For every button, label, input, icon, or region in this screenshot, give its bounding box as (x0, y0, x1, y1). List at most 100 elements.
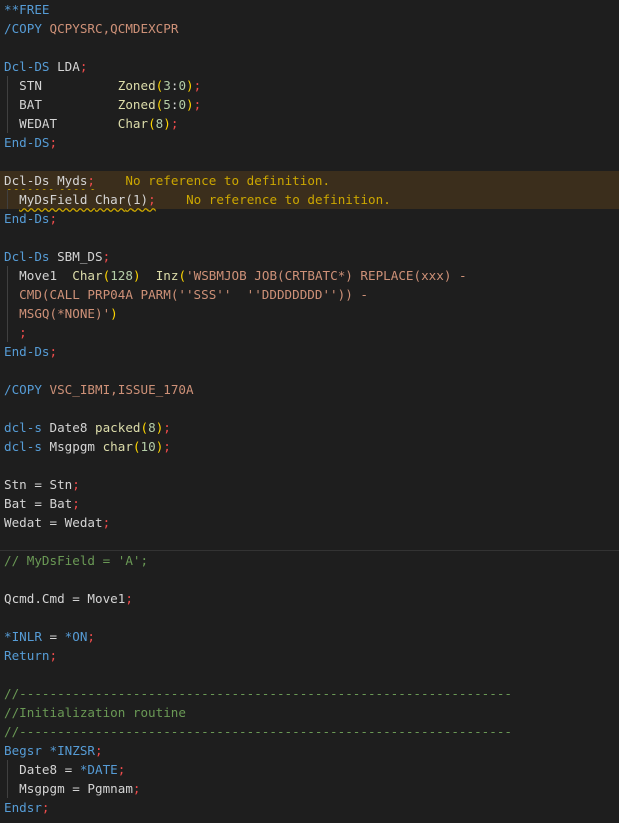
code-line[interactable]: /COPY VSC_IBMI,ISSUE_170A (0, 380, 619, 399)
code-token: ; (163, 439, 171, 454)
code-token: Endsr (4, 800, 42, 815)
code-line[interactable]: // MyDsField = 'A'; (0, 551, 619, 570)
code-line[interactable]: Dcl-Ds SBM_DS; (0, 247, 619, 266)
code-token: 'WSBMJOB JOB(CRTBATC*) REPLACE(xxx) - (186, 268, 467, 283)
indent-guide (7, 304, 8, 323)
code-line[interactable]: Endsr; (0, 798, 619, 817)
code-line-warning[interactable]: Dcl-Ds Myds; No reference to definition. (0, 171, 619, 190)
code-token: ; (41, 800, 50, 815)
indent-guide (7, 76, 8, 95)
code-line[interactable]: Date8 = *DATE; (0, 760, 619, 779)
code-line[interactable]: ; (0, 323, 619, 342)
code-token: 128 (110, 268, 133, 283)
code-token: ; (95, 743, 103, 758)
code-token: //--------------------------------------… (4, 724, 512, 739)
code-token: Date8 (49, 420, 95, 435)
code-line[interactable]: End-Ds; (0, 209, 619, 228)
code-token: Date8 = (4, 762, 80, 777)
code-line[interactable]: STN Zoned(3:0); (0, 76, 619, 95)
code-token: ; (72, 496, 80, 511)
code-token: // MyDsField = 'A'; (4, 553, 149, 568)
code-line[interactable]: Wedat = Wedat; (0, 513, 619, 532)
code-line[interactable] (0, 456, 619, 475)
code-line[interactable]: /COPY QCPYSRC,QCMDEXCPR (0, 19, 619, 38)
code-token: Begsr (4, 743, 50, 758)
code-token: End-Ds (4, 211, 50, 226)
code-token: CMD(CALL PRP04A PARM(''SSS'' ''DDDDDDDD'… (19, 287, 368, 302)
code-token: ) (186, 97, 194, 112)
code-token: ) (163, 116, 171, 131)
code-line[interactable]: Qcmd.Cmd = Move1; (0, 589, 619, 608)
code-token: //--------------------------------------… (4, 686, 512, 701)
code-token: Move1 (4, 268, 73, 283)
code-token: ( (148, 116, 156, 131)
code-token: ; (193, 78, 202, 93)
code-token: ) (110, 306, 118, 321)
code-line[interactable]: WEDAT Char(8); (0, 114, 619, 133)
code-line[interactable] (0, 228, 619, 247)
code-token: /COPY (4, 21, 50, 36)
code-line[interactable]: End-DS; (0, 133, 619, 152)
code-line[interactable] (0, 532, 619, 551)
code-token: ; (87, 173, 96, 188)
code-token: Char (72, 268, 103, 283)
code-line[interactable]: End-Ds; (0, 342, 619, 361)
code-line[interactable] (0, 665, 619, 684)
code-token: End-DS (4, 135, 50, 150)
code-token: Stn = Stn (4, 477, 73, 492)
code-line[interactable]: BAT Zoned(5:0); (0, 95, 619, 114)
code-line[interactable]: //--------------------------------------… (0, 684, 619, 703)
code-token: Qcmd.Cmd = Move1 (4, 591, 126, 606)
code-token: MyDsField (19, 192, 95, 207)
code-token: Dcl-Ds (4, 173, 58, 188)
code-line[interactable] (0, 38, 619, 57)
code-token: WEDAT (4, 116, 118, 131)
code-line[interactable]: **FREE (0, 0, 619, 19)
code-token: ; (79, 59, 88, 74)
code-line[interactable]: CMD(CALL PRP04A PARM(''SSS'' ''DDDDDDDD'… (0, 285, 619, 304)
code-line[interactable]: Return; (0, 646, 619, 665)
code-editor[interactable]: **FREE/COPY QCPYSRC,QCMDEXCPR Dcl-DS LDA;… (0, 0, 619, 823)
code-token: 5 (163, 97, 171, 112)
code-line[interactable]: dcl-s Msgpgm char(10); (0, 437, 619, 456)
code-token: Msgpgm (49, 439, 103, 454)
code-line[interactable]: //Initialization routine (0, 703, 619, 722)
code-line[interactable]: Move1 Char(128) Inz('WSBMJOB JOB(CRTBATC… (0, 266, 619, 285)
code-line[interactable]: MSGQ(*NONE)') (0, 304, 619, 323)
code-token: Bat = Bat (4, 496, 73, 511)
code-token: ; (87, 629, 96, 644)
code-token: *INZSR (49, 743, 96, 758)
code-line[interactable]: Msgpgm = Pgmnam; (0, 779, 619, 798)
code-line[interactable]: Stn = Stn; (0, 475, 619, 494)
code-line[interactable]: dcl-s Date8 packed(8); (0, 418, 619, 437)
code-token: ( (132, 439, 141, 454)
code-token: //Initialization routine (4, 705, 186, 720)
code-token: Dcl-DS (4, 59, 58, 74)
code-line[interactable]: Bat = Bat; (0, 494, 619, 513)
code-line[interactable]: Begsr *INZSR; (0, 741, 619, 760)
code-token: BAT (4, 97, 118, 112)
code-token: ; (102, 515, 111, 530)
code-token: ; (49, 211, 58, 226)
code-token: Msgpgm = Pgmnam (4, 781, 133, 796)
code-line[interactable] (0, 570, 619, 589)
code-token: ( (125, 192, 133, 207)
code-token: VSC_IBMI,ISSUE_170A (49, 382, 194, 397)
indent-guide (7, 114, 8, 133)
code-line[interactable] (0, 361, 619, 380)
code-token: ; (49, 344, 58, 359)
code-token: ) (140, 192, 149, 207)
code-token: ; (102, 249, 111, 264)
code-token: ; (193, 97, 202, 112)
code-token: *ON (64, 629, 88, 644)
code-token: SBM_DS (57, 249, 103, 264)
code-line[interactable]: Dcl-DS LDA; (0, 57, 619, 76)
code-line[interactable] (0, 152, 619, 171)
code-line[interactable] (0, 608, 619, 627)
code-line[interactable] (0, 399, 619, 418)
code-line[interactable]: *INLR = *ON; (0, 627, 619, 646)
code-token: 0 (178, 78, 187, 93)
code-line-warning[interactable]: MyDsField Char(1); No reference to defin… (0, 190, 619, 209)
code-line[interactable]: //--------------------------------------… (0, 722, 619, 741)
